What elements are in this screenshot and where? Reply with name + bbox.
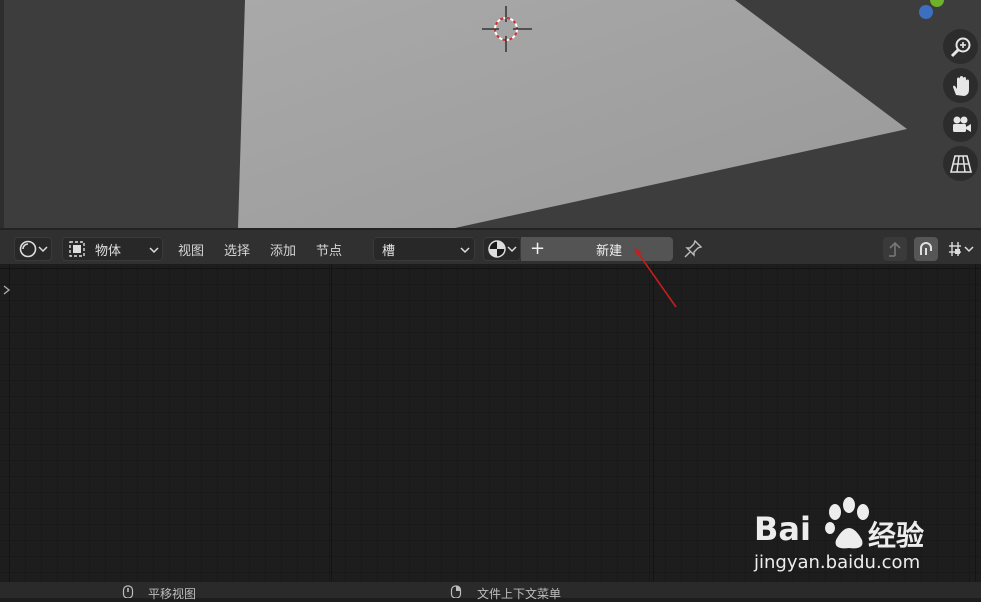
chevron-down-icon (38, 246, 48, 253)
material-browse-button[interactable] (483, 237, 521, 261)
arrow-up-icon (889, 241, 901, 257)
hand-icon[interactable] (943, 68, 978, 103)
status-pan-label: 平移视图 (148, 587, 197, 601)
chevron-down-icon (149, 247, 159, 254)
shader-type-dropdown[interactable]: 物体 (62, 237, 163, 261)
chevron-down-icon (460, 247, 470, 254)
grid-icon[interactable] (943, 146, 978, 181)
slot-dropdown[interactable]: 槽 (373, 237, 475, 261)
slot-label: 槽 (382, 243, 396, 259)
parent-node-tree-button[interactable] (883, 237, 907, 261)
watermark-brand: Bai (754, 510, 811, 548)
shader-editor-icon (19, 240, 37, 258)
3d-cursor-icon (482, 6, 532, 52)
snap-grid-icon (949, 242, 961, 256)
pin-icon[interactable] (683, 239, 703, 259)
menu-view[interactable]: 视图 (178, 240, 204, 259)
shader-type-label: 物体 (95, 243, 122, 259)
object-icon (69, 241, 85, 257)
camera-icon[interactable] (943, 107, 978, 142)
mouse-right-icon (450, 585, 462, 598)
annotation-arrow-icon (634, 247, 677, 308)
menu-select[interactable]: 选择 (224, 240, 250, 259)
status-bar: 平移视图 文件上下文菜单 (0, 582, 981, 601)
chevron-down-icon (507, 246, 517, 253)
material-sphere-icon (488, 240, 506, 258)
plus-icon: + (530, 238, 546, 259)
editor-type-selector[interactable] (14, 237, 52, 261)
watermark-brand-cn: 经验 (868, 519, 925, 552)
node-editor-header: 物体 视图 选择 添加 节点 槽 + 新建 (0, 228, 981, 264)
3d-viewport[interactable] (0, 0, 981, 228)
status-context-menu-label: 文件上下文菜单 (477, 587, 562, 601)
watermark-logo: Bai 经验 jingyan.baidu.com (750, 490, 950, 576)
chevron-down-icon (964, 246, 974, 253)
watermark-url: jingyan.baidu.com (754, 552, 921, 573)
snap-mode-dropdown[interactable] (942, 237, 978, 261)
snap-toggle-button[interactable] (914, 237, 938, 261)
new-material-label: 新建 (596, 243, 623, 259)
sidebar-expand-icon[interactable] (2, 284, 12, 296)
axis-gizmo-icon[interactable] (915, 0, 955, 22)
zoom-icon[interactable] (943, 29, 978, 64)
mouse-middle-icon (122, 585, 134, 598)
menu-add[interactable]: 添加 (270, 240, 296, 259)
menu-node[interactable]: 节点 (316, 240, 342, 259)
snap-magnet-icon (920, 242, 932, 255)
